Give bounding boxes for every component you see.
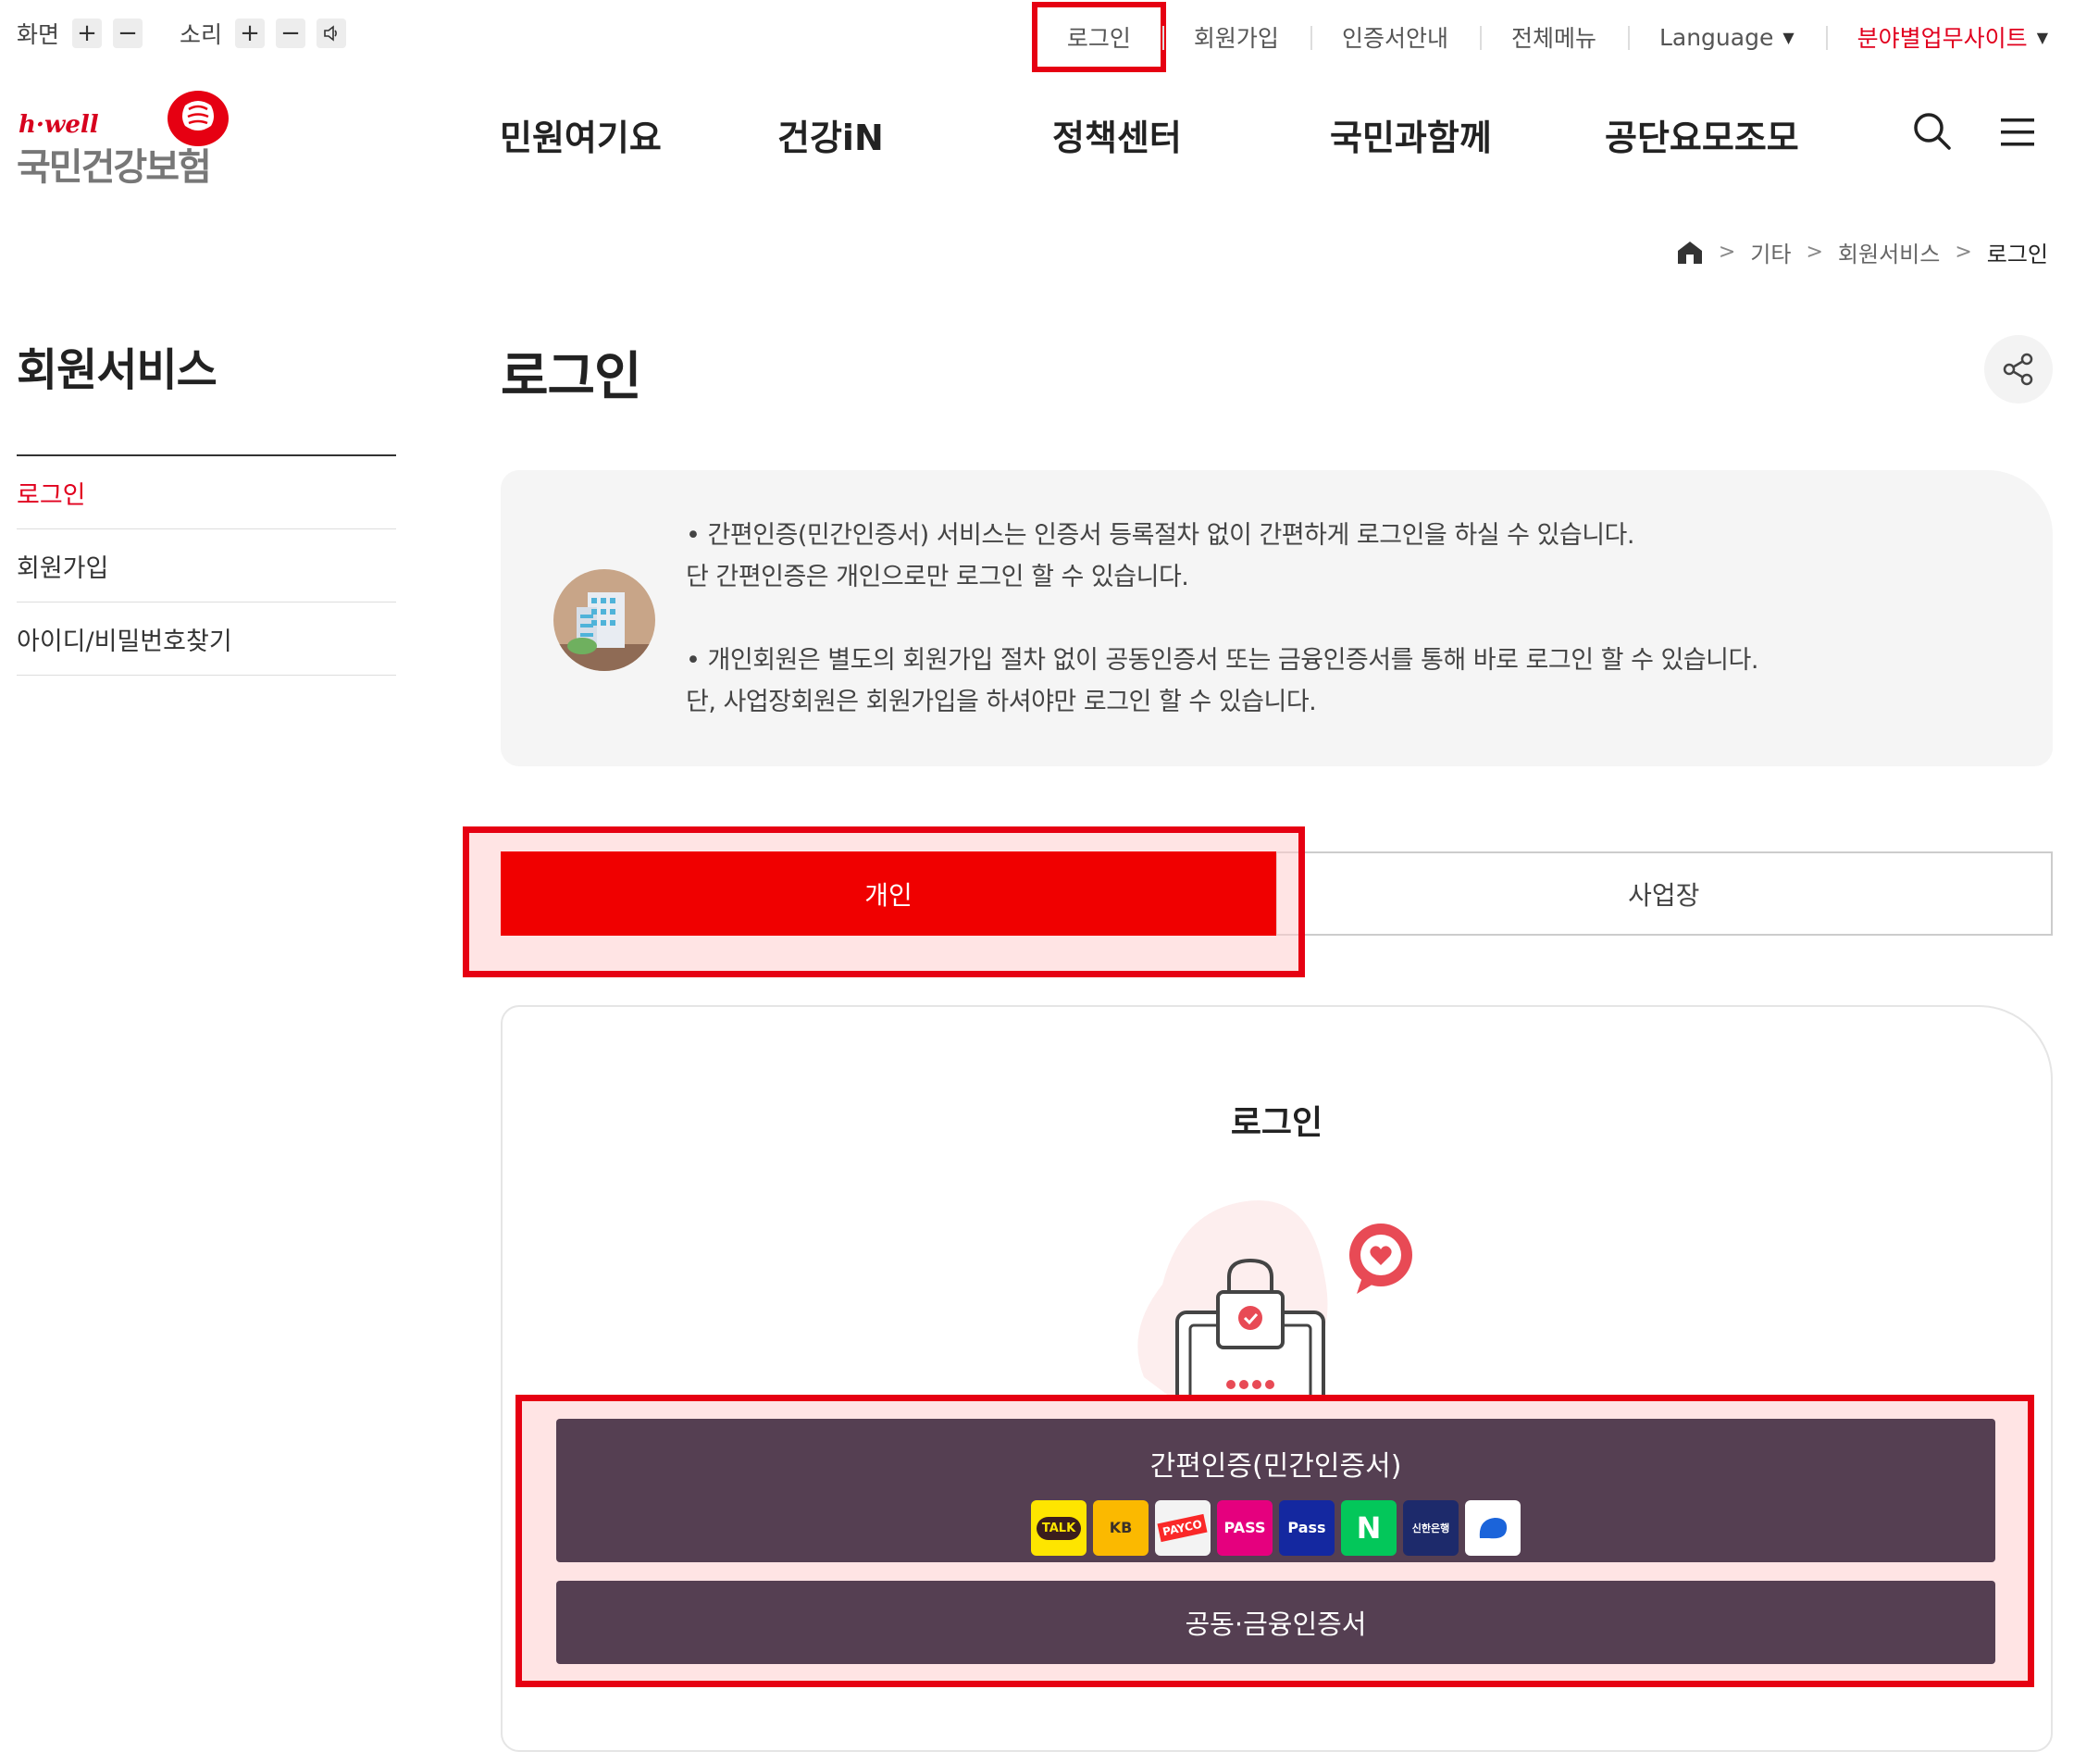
- toss-icon: [1465, 1500, 1521, 1556]
- share-button[interactable]: [1984, 335, 2053, 404]
- home-icon[interactable]: [1676, 240, 1704, 266]
- side-item-join[interactable]: 회원가입: [17, 529, 396, 602]
- payco-label: PAYCO: [1157, 1513, 1209, 1543]
- kakao-talk-icon: TALK: [1031, 1500, 1087, 1556]
- simple-auth-button[interactable]: 간편인증(민간인증서) TALK KB PAYCO PASS Pass N 신한…: [556, 1419, 1995, 1562]
- info-line: • 개인회원은 별도의 회원가입 절차 없이 공동인증서 또는 금융인증서를 통…: [686, 646, 1758, 675]
- breadcrumb-member-service[interactable]: 회원서비스: [1838, 236, 1940, 268]
- side-item-login[interactable]: 로그인: [17, 456, 396, 529]
- screen-zoom-out-button[interactable]: −: [113, 19, 143, 48]
- accessibility-controls: 화면 + − 소리 + −: [17, 17, 357, 50]
- nav-policy-center[interactable]: 정책센터: [1052, 109, 1330, 160]
- main-nav: 민원여기요 건강iN 정책센터 국민과함께 공단요모조모: [500, 109, 1827, 160]
- kakao-talk-label: TALK: [1036, 1516, 1082, 1540]
- nav-about-corp[interactable]: 공단요모조모: [1605, 109, 1827, 160]
- breadcrumb-etc[interactable]: 기타: [1750, 236, 1791, 268]
- page-title: 로그인: [501, 347, 642, 407]
- side-title: 회원서비스: [17, 344, 217, 396]
- screen-size-label: 화면: [17, 21, 60, 48]
- sound-label: 소리: [180, 21, 223, 48]
- breadcrumb: > 기타 > 회원서비스 > 로그인: [1676, 236, 2048, 268]
- provider-icons: TALK KB PAYCO PASS Pass N 신한은행: [556, 1500, 1995, 1556]
- caret-down-icon: ▼: [1782, 28, 1795, 46]
- certificate-guide-link[interactable]: 인증서안내: [1310, 9, 1480, 65]
- info-line: 단 간편인증은 개인으로만 로그인 할 수 있습니다.: [686, 563, 1189, 591]
- tab-individual[interactable]: 개인: [501, 851, 1276, 936]
- language-label: Language: [1658, 23, 1774, 51]
- business-sites-label: 분야별업무사이트: [1857, 25, 2028, 52]
- naver-icon: N: [1341, 1500, 1397, 1556]
- logo-mark-icon: [168, 91, 229, 146]
- menu-icon[interactable]: [2001, 118, 2034, 146]
- nav-with-citizens[interactable]: 국민과함께: [1330, 109, 1605, 160]
- caret-down-icon: ▼: [2036, 28, 2048, 46]
- simple-auth-label: 간편인증(민간인증서): [1149, 1450, 1402, 1483]
- tab-business[interactable]: 사업장: [1274, 851, 2053, 936]
- speaker-icon[interactable]: [317, 19, 347, 48]
- login-card-title: 로그인: [1230, 1104, 1323, 1142]
- building-icon: [553, 569, 655, 671]
- screen-zoom-in-button[interactable]: +: [72, 19, 103, 48]
- nav-health-in[interactable]: 건강iN: [777, 109, 1052, 160]
- language-select[interactable]: Language ▼: [1627, 9, 1826, 65]
- side-nav: 로그인 회원가입 아이디/비밀번호찾기: [17, 454, 396, 676]
- kb-bank-icon: KB: [1093, 1500, 1149, 1556]
- info-notice-box: • 간편인증(민간인증서) 서비스는 인증서 등록절차 없이 간편하게 로그인을…: [501, 470, 2053, 766]
- volume-up-button[interactable]: +: [235, 19, 266, 48]
- pass-icon: PASS: [1217, 1500, 1273, 1556]
- toss-bubble-icon: [1479, 1518, 1508, 1539]
- chevron-right-icon: >: [1718, 241, 1736, 264]
- chevron-right-icon: >: [1806, 241, 1823, 264]
- business-sites-select[interactable]: 분야별업무사이트 ▼: [1825, 9, 2048, 65]
- all-menu-link[interactable]: 전체메뉴: [1479, 9, 1628, 65]
- logo-brand: h·well: [19, 111, 99, 139]
- login-link[interactable]: 로그인: [1031, 2, 1166, 72]
- volume-down-button[interactable]: −: [276, 19, 306, 48]
- utility-links: 로그인 회원가입 인증서안내 전체메뉴 Language ▼ 분야별업무사이트 ▼: [1031, 2, 2048, 72]
- side-item-find-id-password[interactable]: 아이디/비밀번호찾기: [17, 602, 396, 676]
- payco-icon: PAYCO: [1155, 1500, 1211, 1556]
- nav-civil-service[interactable]: 민원여기요: [500, 109, 777, 160]
- chevron-right-icon: >: [1955, 241, 1972, 264]
- info-line: • 간편인증(민간인증서) 서비스는 인증서 등록절차 없이 간편하게 로그인을…: [686, 521, 1634, 550]
- joint-financial-cert-button[interactable]: 공동·금융인증서: [556, 1581, 1995, 1664]
- search-icon[interactable]: [1912, 111, 1953, 152]
- share-icon: [2003, 353, 2033, 386]
- info-line: 단, 사업장회원은 회원가입을 하셔야만 로그인 할 수 있습니다.: [686, 688, 1317, 716]
- site-logo[interactable]: h·well 국민건강보험: [17, 89, 268, 189]
- samsung-pass-icon: Pass: [1279, 1500, 1335, 1556]
- breadcrumb-current: 로그인: [1986, 242, 2048, 267]
- info-text: • 간편인증(민간인증서) 서비스는 인증서 등록절차 없이 간편하게 로그인을…: [686, 515, 1758, 723]
- join-link[interactable]: 회원가입: [1161, 9, 1310, 65]
- shinhan-bank-icon: 신한은행: [1403, 1500, 1459, 1556]
